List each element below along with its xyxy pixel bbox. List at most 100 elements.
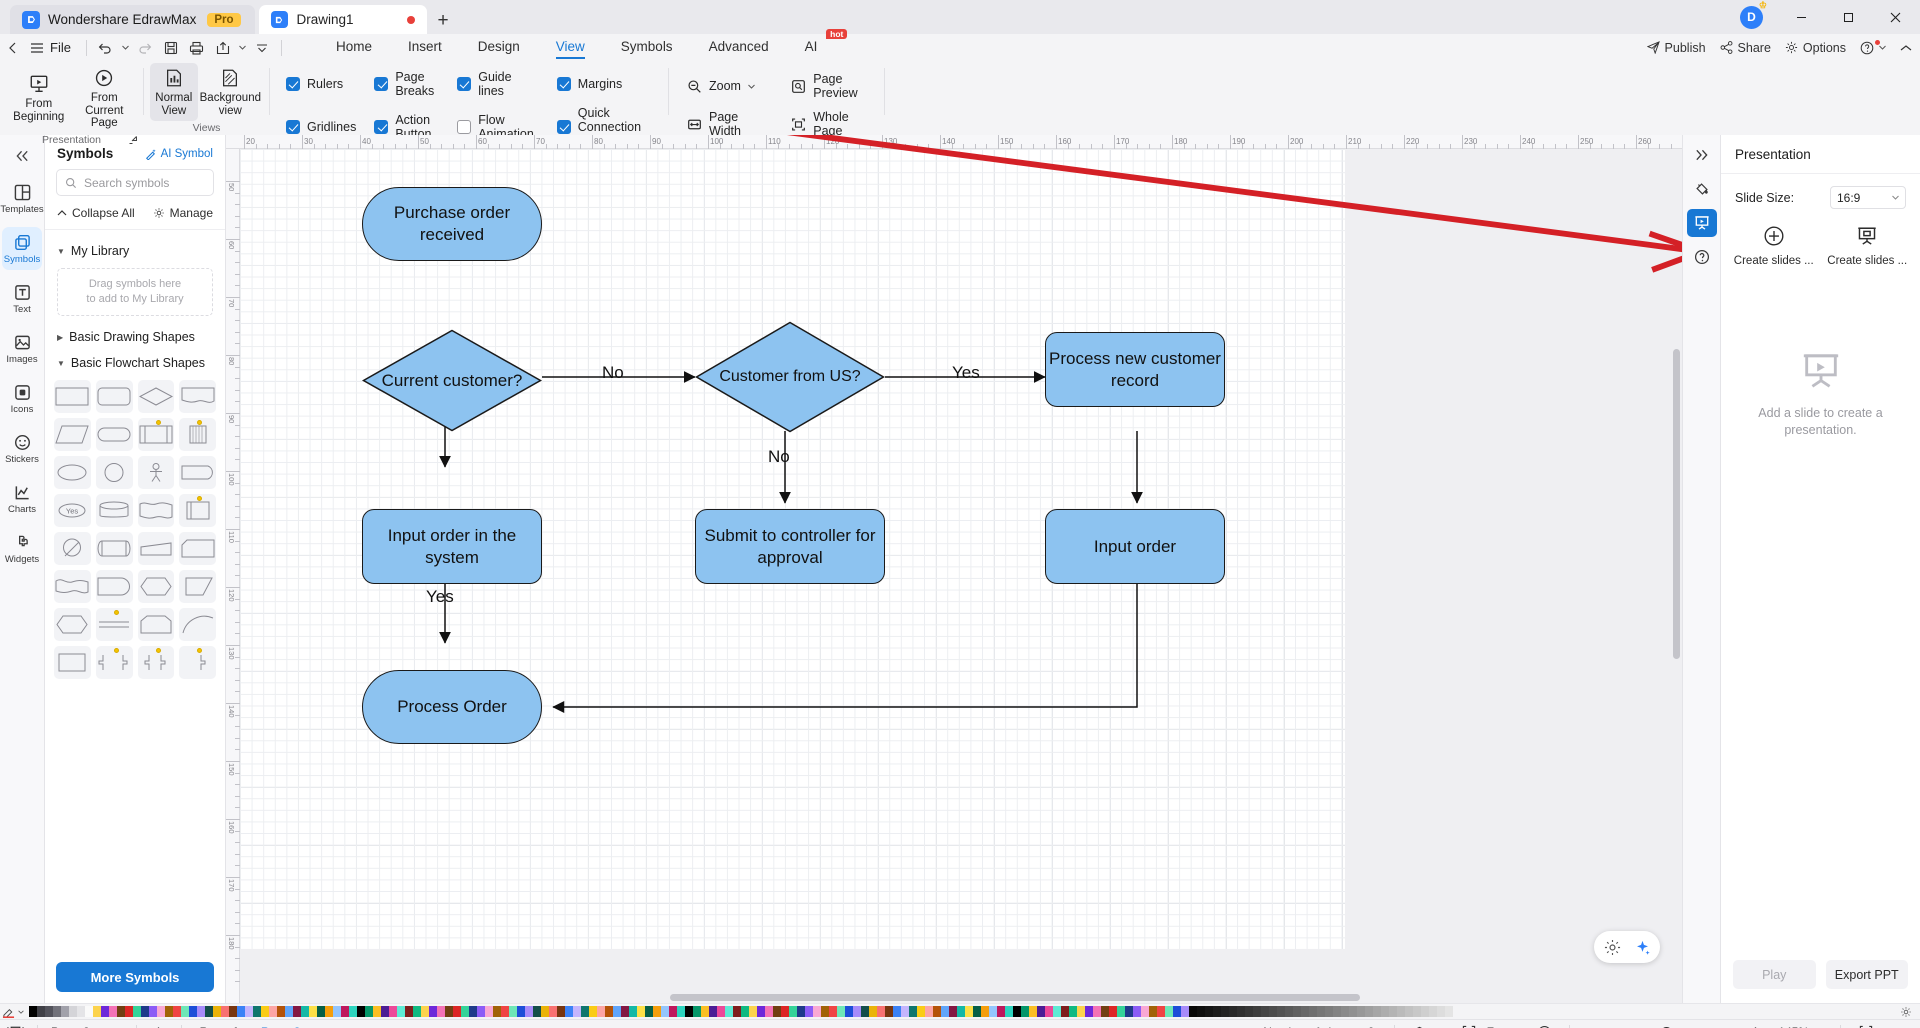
play-button[interactable]: Play [1733,960,1816,989]
color-swatch[interactable] [973,1006,981,1017]
color-swatch[interactable] [445,1006,453,1017]
color-swatch[interactable] [1333,1006,1341,1017]
shape-square[interactable] [54,646,91,679]
color-swatch[interactable] [205,1006,213,1017]
color-swatch[interactable] [997,1006,1005,1017]
color-swatch[interactable] [237,1006,245,1017]
color-swatch[interactable] [1109,1006,1117,1017]
ai-sparkle-icon[interactable] [1628,933,1656,961]
help-dropdown-caret[interactable] [1879,45,1886,50]
color-swatch[interactable] [189,1006,197,1017]
shape-wave[interactable] [54,570,91,603]
color-swatch[interactable] [157,1006,165,1017]
tab-design[interactable]: Design [460,36,538,59]
color-swatch[interactable] [1157,1006,1165,1017]
color-swatch[interactable] [1005,1006,1013,1017]
color-swatch[interactable] [309,1006,317,1017]
color-swatch[interactable] [1437,1006,1445,1017]
checkbox-margins[interactable]: Margins [551,69,658,99]
page-preview-button[interactable]: Page Preview [785,71,872,101]
color-swatch[interactable] [1277,1006,1285,1017]
color-swatch[interactable] [365,1006,373,1017]
vertical-ruler[interactable]: 50 60 70 80 90 100 110 120 130 140 150 160 170 180 [226,149,240,1003]
node-input-order[interactable]: Input order [1045,509,1225,584]
color-swatch[interactable] [1245,1006,1253,1017]
color-swatch[interactable] [1125,1006,1133,1017]
color-swatch[interactable] [1077,1006,1085,1017]
color-swatch[interactable] [877,1006,885,1017]
color-swatch[interactable] [1309,1006,1317,1017]
export-ppt-button[interactable]: Export PPT [1825,960,1908,989]
color-swatch[interactable] [965,1006,973,1017]
color-swatch[interactable] [1269,1006,1277,1017]
shape-quarter-arc[interactable] [179,608,216,641]
color-swatch[interactable] [453,1006,461,1017]
tab-insert[interactable]: Insert [390,36,460,59]
adjust-handle-dot[interactable] [155,420,161,425]
color-swatch[interactable] [565,1006,573,1017]
color-swatch[interactable] [213,1006,221,1017]
shape-ellipse[interactable] [54,456,91,489]
shape-circle[interactable] [95,456,133,489]
color-swatch[interactable] [1301,1006,1309,1017]
color-swatch[interactable] [853,1006,861,1017]
color-swatch[interactable] [101,1006,109,1017]
color-swatch[interactable] [429,1006,437,1017]
slide-size-select[interactable]: 16:9 [1830,186,1906,209]
color-swatch[interactable] [1405,1006,1413,1017]
color-swatch[interactable] [1069,1006,1077,1017]
tab-view[interactable]: View [538,36,603,59]
sidebar-item-images[interactable]: Images [2,327,42,370]
color-swatch[interactable] [277,1006,285,1017]
color-swatch[interactable] [821,1006,829,1017]
from-current-page-button[interactable]: From Current Page [72,63,138,134]
color-swatch[interactable] [573,1006,581,1017]
color-swatch[interactable] [1341,1006,1349,1017]
tab-ai[interactable]: AI hot [787,29,848,59]
color-swatch[interactable] [165,1006,173,1017]
color-swatch[interactable] [677,1006,685,1017]
section-basic-drawing-shapes[interactable]: ▶ Basic Drawing Shapes [45,324,225,350]
adjust-handle-dot-6[interactable] [155,648,161,653]
shape-card[interactable] [179,532,216,565]
sidebar-item-text[interactable]: Text [2,277,42,320]
file-menu-button[interactable]: File [26,40,80,55]
color-swatch[interactable] [197,1006,205,1017]
presentation-dialog-launcher[interactable] [126,133,139,146]
color-swatch[interactable] [117,1006,125,1017]
color-swatch-strip[interactable] [29,1006,1894,1017]
color-swatch[interactable] [1053,1006,1061,1017]
color-swatch[interactable] [1093,1006,1101,1017]
color-swatch[interactable] [789,1006,797,1017]
share-button[interactable]: Share [1720,41,1771,55]
manage-symbols-button[interactable]: Manage [153,206,213,220]
sidebar-item-symbols[interactable]: Symbols [2,227,42,270]
color-swatch[interactable] [1261,1006,1269,1017]
maximize-button[interactable] [1826,0,1871,34]
color-swatch[interactable] [325,1006,333,1017]
shape-actor[interactable] [137,456,175,489]
color-swatch[interactable] [381,1006,389,1017]
color-swatch[interactable] [901,1006,909,1017]
color-swatch[interactable] [509,1006,517,1017]
color-swatch[interactable] [53,1006,61,1017]
horizontal-ruler[interactable]: 20 30 40 50 60 70 80 90 100 110 120 130 140 150 160 170… [226,135,1682,149]
palette-settings-button[interactable] [1894,1006,1918,1018]
color-swatch[interactable] [85,1006,93,1017]
color-swatch[interactable] [1045,1006,1053,1017]
color-swatch[interactable] [1349,1006,1357,1017]
color-swatch[interactable] [397,1006,405,1017]
color-swatch[interactable] [861,1006,869,1017]
color-swatch[interactable] [413,1006,421,1017]
tab-advanced[interactable]: Advanced [691,36,787,59]
color-swatch[interactable] [981,1006,989,1017]
color-swatch[interactable] [1013,1006,1021,1017]
color-swatch[interactable] [533,1006,541,1017]
checkbox-page-breaks-box[interactable] [374,77,389,91]
color-swatch[interactable] [301,1006,309,1017]
color-swatch[interactable] [125,1006,133,1017]
color-swatch[interactable] [637,1006,645,1017]
color-swatch[interactable] [909,1006,917,1017]
canvas-horizontal-scrollbar[interactable] [670,994,1360,1001]
checkbox-guide-lines[interactable]: Guide lines [451,69,551,99]
